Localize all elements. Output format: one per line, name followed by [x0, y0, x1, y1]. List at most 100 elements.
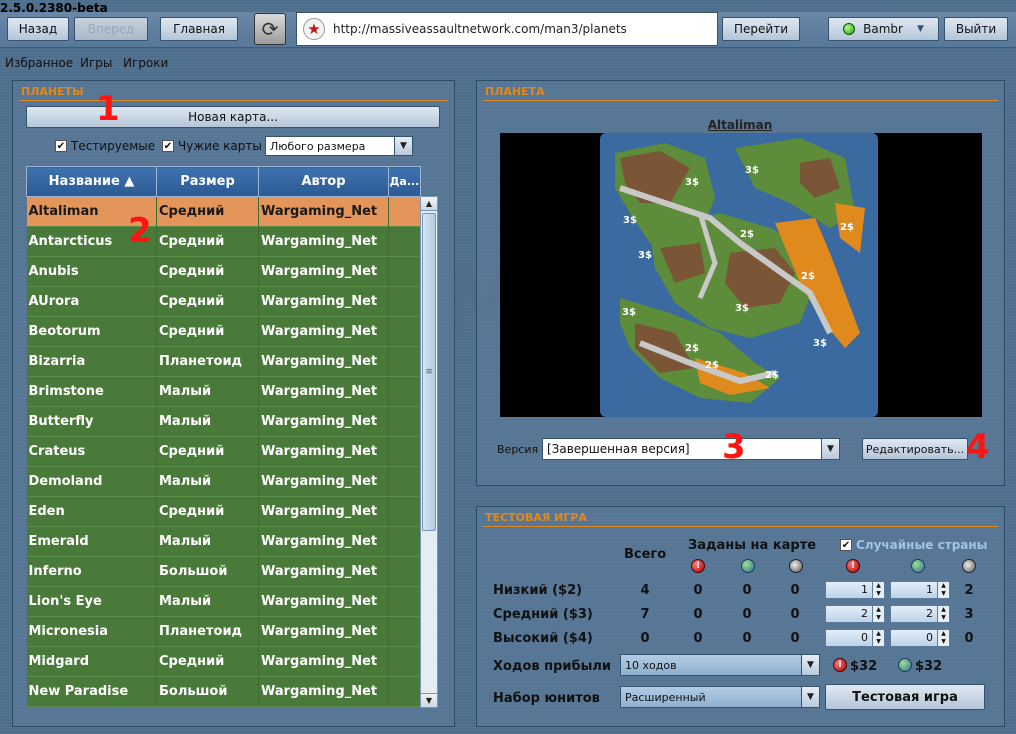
- home-button[interactable]: Главная: [160, 17, 238, 41]
- income-select[interactable]: 10 ходов ▼: [620, 654, 820, 676]
- divider: [483, 526, 998, 527]
- table-row[interactable]: Butterfly Малый Wargaming_Net: [26, 406, 421, 437]
- column-header-date[interactable]: Да...: [388, 166, 421, 197]
- cell-date: [388, 376, 421, 407]
- checkbox-checked-icon[interactable]: ✔: [840, 539, 852, 551]
- version-value: [Завершенная версия]: [547, 442, 690, 456]
- go-button[interactable]: Перейти: [722, 17, 800, 41]
- address-bar[interactable]: ★ http://massiveassaultnetwork.com/man3/…: [296, 12, 718, 46]
- unit-set-select[interactable]: Расширенный ▼: [620, 686, 820, 708]
- income-level-label: Средний ($3): [493, 607, 593, 622]
- stepper-arrows-icon[interactable]: ▲ ▼: [937, 630, 949, 646]
- refresh-icon[interactable]: ⟳: [254, 13, 286, 45]
- planets-scrollbar[interactable]: ▲ ≡ ▼: [420, 196, 438, 708]
- table-row[interactable]: Emerald Малый Wargaming_Net: [26, 526, 421, 557]
- column-header-author[interactable]: Автор: [258, 166, 389, 197]
- stepper-arrows-icon[interactable]: ▲ ▼: [872, 630, 884, 646]
- random-count: 3: [964, 607, 974, 622]
- table-row[interactable]: Anubis Средний Wargaming_Net: [26, 256, 421, 287]
- table-row[interactable]: Brimstone Малый Wargaming_Net: [26, 376, 421, 407]
- chevron-down-icon[interactable]: ▼: [801, 687, 819, 707]
- map-count-neutral: 0: [790, 607, 800, 622]
- url-input[interactable]: http://massiveassaultnetwork.com/man3/pl…: [333, 22, 627, 36]
- column-header-size[interactable]: Размер: [156, 166, 259, 197]
- version-select[interactable]: [Завершенная версия] ▼: [542, 438, 840, 460]
- chevron-down-icon[interactable]: ▼: [821, 439, 839, 459]
- red-count-stepper[interactable]: 1 ▲ ▼: [825, 581, 885, 599]
- filter-foreign[interactable]: ✔ Чужие карты: [162, 139, 262, 153]
- green-count-stepper[interactable]: 0 ▲ ▼: [890, 629, 950, 647]
- cell-author: Wargaming_Net: [258, 676, 389, 707]
- chevron-down-icon[interactable]: ▼: [801, 655, 819, 675]
- red-count-stepper[interactable]: 2 ▲ ▼: [825, 605, 885, 623]
- nav-games[interactable]: Игры: [80, 56, 112, 70]
- table-row[interactable]: Altaliman Средний Wargaming_Net: [26, 196, 421, 227]
- map-count-red: 0: [693, 631, 703, 646]
- random-countries-toggle[interactable]: ✔ Случайные страны: [840, 538, 988, 552]
- chevron-down-icon[interactable]: ▼: [394, 137, 412, 155]
- unit-set-label: Набор юнитов: [493, 691, 600, 706]
- map-label: 3$: [638, 250, 652, 261]
- cell-author: Wargaming_Net: [258, 226, 389, 257]
- table-row[interactable]: Micronesia Планетоид Wargaming_Net: [26, 616, 421, 647]
- map-count-green: 0: [742, 583, 752, 598]
- edit-button[interactable]: Редактировать...: [862, 438, 968, 460]
- map-count-red: 0: [693, 583, 703, 598]
- stepper-arrows-icon[interactable]: ▲ ▼: [872, 582, 884, 598]
- scroll-down-icon[interactable]: ▼: [421, 693, 437, 707]
- nav-favorites[interactable]: Избранное: [5, 56, 73, 70]
- table-row[interactable]: Beotorum Средний Wargaming_Net: [26, 316, 421, 347]
- neutral-icon: [789, 559, 803, 573]
- column-header-name[interactable]: Название ▲: [26, 166, 157, 197]
- marker-4: 4: [966, 427, 990, 467]
- checkbox-checked-icon[interactable]: ✔: [162, 140, 174, 152]
- red-count-stepper[interactable]: 0 ▲ ▼: [825, 629, 885, 647]
- table-row[interactable]: Lion's Eye Малый Wargaming_Net: [26, 586, 421, 617]
- nav-players[interactable]: Игроки: [123, 56, 168, 70]
- stepper-arrows-icon[interactable]: ▲ ▼: [937, 606, 949, 622]
- income-level-label: Высокий ($4): [493, 631, 593, 646]
- cell-author: Wargaming_Net: [258, 286, 389, 317]
- scroll-thumb[interactable]: ≡: [422, 213, 436, 531]
- user-menu-button[interactable]: Bambr ▼: [828, 17, 939, 41]
- income-red: $32: [850, 659, 878, 674]
- app-version: 2.5.0.2380-beta: [0, 1, 108, 15]
- table-row[interactable]: Inferno Большой Wargaming_Net: [26, 556, 421, 587]
- cell-size: Средний: [156, 226, 259, 257]
- cell-name: Butterfly: [26, 406, 157, 437]
- cell-name: AUrora: [26, 286, 157, 317]
- marker-3: 3: [722, 427, 746, 467]
- income-green: $32: [915, 659, 943, 674]
- logout-button[interactable]: Выйти: [944, 17, 1008, 41]
- checkbox-checked-icon[interactable]: ✔: [55, 140, 67, 152]
- stepper-arrows-icon[interactable]: ▲ ▼: [872, 606, 884, 622]
- green-count-stepper[interactable]: 1 ▲ ▼: [890, 581, 950, 599]
- scroll-up-icon[interactable]: ▲: [421, 197, 437, 211]
- table-row[interactable]: Bizarria Планетоид Wargaming_Net: [26, 346, 421, 377]
- table-row[interactable]: Midgard Средний Wargaming_Net: [26, 646, 421, 677]
- table-row[interactable]: Demoland Малый Wargaming_Net: [26, 466, 421, 497]
- total-header: Всего: [624, 547, 667, 562]
- table-row[interactable]: Eden Средний Wargaming_Net: [26, 496, 421, 527]
- table-row[interactable]: New Paradise Большой Wargaming_Net: [26, 676, 421, 707]
- cell-size: Малый: [156, 406, 259, 437]
- planet-map-preview[interactable]: 3$ 3$ 3$ 3$ 3$ 3$ 3$ 2$ 2$ 2$ 2$ 2$ 2$: [500, 133, 982, 417]
- table-row[interactable]: Crateus Средний Wargaming_Net: [26, 436, 421, 467]
- favorite-star-icon[interactable]: ★: [303, 18, 325, 40]
- map-label: 3$: [685, 177, 699, 188]
- new-map-button[interactable]: Новая карта...: [26, 106, 440, 128]
- filter-testable[interactable]: ✔ Тестируемые: [55, 139, 155, 153]
- table-row[interactable]: AUrora Средний Wargaming_Net: [26, 286, 421, 317]
- cell-size: Большой: [156, 676, 259, 707]
- back-button[interactable]: Назад: [7, 17, 69, 41]
- cell-author: Wargaming_Net: [258, 586, 389, 617]
- cell-size: Планетоид: [156, 346, 259, 377]
- cell-size: Малый: [156, 526, 259, 557]
- test-game-button[interactable]: Тестовая игра: [825, 684, 985, 710]
- size-filter-select[interactable]: Любого размера ▼: [265, 136, 413, 156]
- table-row[interactable]: Antarcticus Средний Wargaming_Net: [26, 226, 421, 257]
- stepper-arrows-icon[interactable]: ▲ ▼: [937, 582, 949, 598]
- forward-button[interactable]: Вперед: [74, 17, 148, 41]
- random-count: 0: [964, 631, 974, 646]
- green-count-stepper[interactable]: 2 ▲ ▼: [890, 605, 950, 623]
